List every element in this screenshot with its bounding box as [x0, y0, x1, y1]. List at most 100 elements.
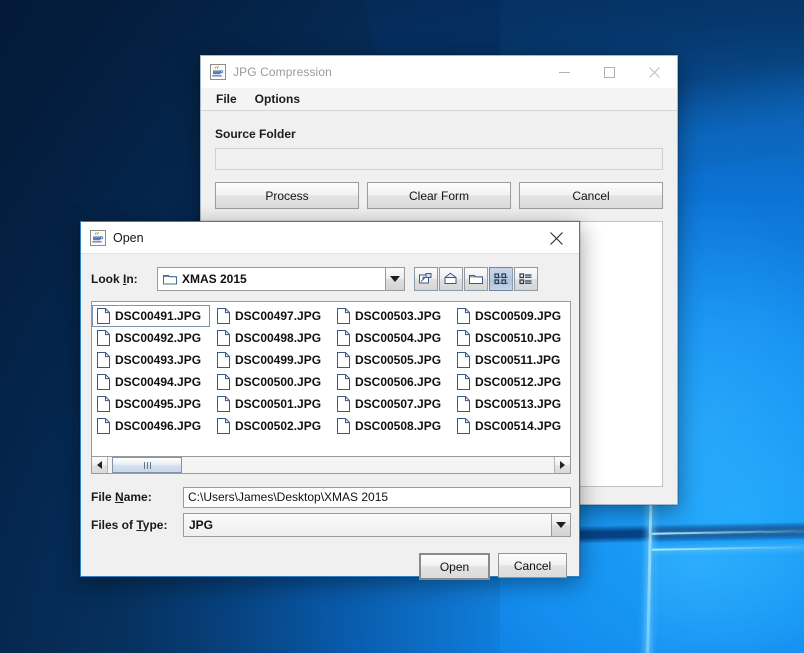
- minimize-button[interactable]: [542, 56, 587, 88]
- file-item-label: DSC00492.JPG: [115, 331, 201, 345]
- file-name-label: File Name:: [91, 490, 183, 504]
- file-icon: [337, 418, 350, 434]
- file-list-item[interactable]: DSC00506.JPG: [332, 371, 450, 393]
- chevron-down-icon: [390, 276, 400, 282]
- file-list-item[interactable]: DSC00499.JPG: [212, 349, 330, 371]
- menu-item-file[interactable]: File: [208, 89, 245, 109]
- file-list-item[interactable]: DSC00513.JPG: [452, 393, 570, 415]
- file-list-item[interactable]: DSC00511.JPG: [452, 349, 570, 371]
- file-list-item[interactable]: DSC00510.JPG: [452, 327, 570, 349]
- file-list-horizontal-scrollbar[interactable]: [91, 457, 571, 474]
- source-folder-input[interactable]: [215, 148, 663, 170]
- new-folder-icon: [468, 271, 484, 287]
- up-one-level-button[interactable]: [439, 267, 463, 291]
- file-item-label: DSC00511.JPG: [475, 353, 560, 367]
- list-view-icon: [493, 271, 509, 287]
- grip-line: [150, 462, 151, 469]
- look-in-value: XMAS 2015: [182, 272, 247, 286]
- file-list-item[interactable]: DSC00512.JPG: [452, 371, 570, 393]
- files-of-type-dropdown-arrow[interactable]: [551, 514, 570, 536]
- main-window-titlebar[interactable]: JPG Compression: [201, 56, 677, 88]
- file-icon: [97, 308, 110, 324]
- file-item-label: DSC00491.JPG: [115, 309, 201, 323]
- file-list-item[interactable]: DSC00497.JPG: [212, 305, 330, 327]
- file-item-label: DSC00496.JPG: [115, 419, 201, 433]
- file-list-item[interactable]: DSC00514.JPG: [452, 415, 570, 437]
- file-list-item[interactable]: DSC00505.JPG: [332, 349, 450, 371]
- scroll-left-button[interactable]: [92, 457, 108, 473]
- file-list-panel[interactable]: DSC00491.JPGDSC00492.JPGDSC00493.JPGDSC0…: [91, 301, 571, 457]
- dialog-close-button[interactable]: [533, 222, 579, 254]
- file-item-label: DSC00503.JPG: [355, 309, 441, 323]
- main-window-title: JPG Compression: [233, 65, 332, 79]
- file-list-item[interactable]: DSC00493.JPG: [92, 349, 210, 371]
- file-list-item[interactable]: DSC00501.JPG: [212, 393, 330, 415]
- maximize-button[interactable]: [587, 56, 632, 88]
- file-item-label: DSC00513.JPG: [475, 397, 561, 411]
- file-icon: [337, 308, 350, 324]
- file-icon: [97, 330, 110, 346]
- file-list-item[interactable]: DSC00504.JPG: [332, 327, 450, 349]
- file-list-column: DSC00497.JPGDSC00498.JPGDSC00499.JPGDSC0…: [212, 305, 332, 455]
- look-in-dropdown-arrow[interactable]: [385, 268, 404, 290]
- file-list-item[interactable]: DSC00503.JPG: [332, 305, 450, 327]
- chevron-left-icon: [97, 461, 102, 469]
- dialog-cancel-button[interactable]: Cancel: [498, 553, 567, 578]
- file-icon: [457, 396, 470, 412]
- scrollbar-track[interactable]: [108, 457, 554, 473]
- file-icon: [457, 352, 470, 368]
- file-icon: [337, 374, 350, 390]
- file-list-item[interactable]: DSC00495.JPG: [92, 393, 210, 415]
- files-of-type-label: Files of Type:: [91, 518, 183, 532]
- wallpaper-pane-bottom-right: [655, 549, 804, 653]
- details-view-button[interactable]: [514, 267, 538, 291]
- main-menubar: File Options: [201, 88, 677, 111]
- file-icon: [217, 330, 230, 346]
- look-in-row: Look In: XMAS 2015: [91, 265, 571, 292]
- files-of-type-value: JPG: [189, 518, 213, 532]
- file-list-item[interactable]: DSC00502.JPG: [212, 415, 330, 437]
- file-item-label: DSC00502.JPG: [235, 419, 321, 433]
- process-button[interactable]: Process: [215, 182, 359, 209]
- list-view-button[interactable]: [489, 267, 513, 291]
- dialog-toolbar: [414, 267, 538, 291]
- file-icon: [457, 418, 470, 434]
- open-button[interactable]: Open: [419, 553, 490, 580]
- file-item-label: DSC00507.JPG: [355, 397, 441, 411]
- file-icon: [217, 418, 230, 434]
- file-icon: [217, 374, 230, 390]
- home-icon: [418, 271, 434, 287]
- file-name-input[interactable]: C:\Users\James\Desktop\XMAS 2015: [183, 487, 571, 508]
- file-icon: [217, 308, 230, 324]
- main-window-controls: [542, 56, 677, 88]
- cancel-button[interactable]: Cancel: [519, 182, 663, 209]
- open-file-dialog: Open Look In: XMAS 2015: [80, 221, 580, 577]
- home-button[interactable]: [414, 267, 438, 291]
- file-icon: [457, 308, 470, 324]
- file-list-item[interactable]: DSC00498.JPG: [212, 327, 330, 349]
- file-list-item[interactable]: DSC00496.JPG: [92, 415, 210, 437]
- clear-form-button[interactable]: Clear Form: [367, 182, 511, 209]
- menu-item-options[interactable]: Options: [247, 89, 308, 109]
- chevron-down-icon: [556, 522, 566, 528]
- dialog-titlebar[interactable]: Open: [81, 222, 579, 254]
- file-icon: [97, 374, 110, 390]
- files-of-type-combobox[interactable]: JPG: [183, 513, 571, 537]
- file-list-item[interactable]: DSC00492.JPG: [92, 327, 210, 349]
- file-list-item[interactable]: DSC00500.JPG: [212, 371, 330, 393]
- file-list-item[interactable]: DSC00509.JPG: [452, 305, 570, 327]
- file-list-item[interactable]: DSC00494.JPG: [92, 371, 210, 393]
- look-in-combobox[interactable]: XMAS 2015: [157, 267, 405, 291]
- file-list-item[interactable]: DSC00508.JPG: [332, 415, 450, 437]
- file-list-item[interactable]: DSC00507.JPG: [332, 393, 450, 415]
- file-icon: [337, 352, 350, 368]
- file-list-item[interactable]: DSC00491.JPG: [92, 305, 210, 327]
- grip-line: [147, 462, 148, 469]
- new-folder-button[interactable]: [464, 267, 488, 291]
- look-in-label: Look In:: [91, 272, 157, 286]
- scroll-right-button[interactable]: [554, 457, 570, 473]
- file-list-column: DSC00509.JPGDSC00510.JPG DSC00511.JPG DSC0…: [452, 305, 571, 455]
- close-button[interactable]: [632, 56, 677, 88]
- scrollbar-thumb[interactable]: [112, 457, 182, 473]
- file-list-columns: DSC00491.JPGDSC00492.JPGDSC00493.JPGDSC0…: [92, 305, 571, 455]
